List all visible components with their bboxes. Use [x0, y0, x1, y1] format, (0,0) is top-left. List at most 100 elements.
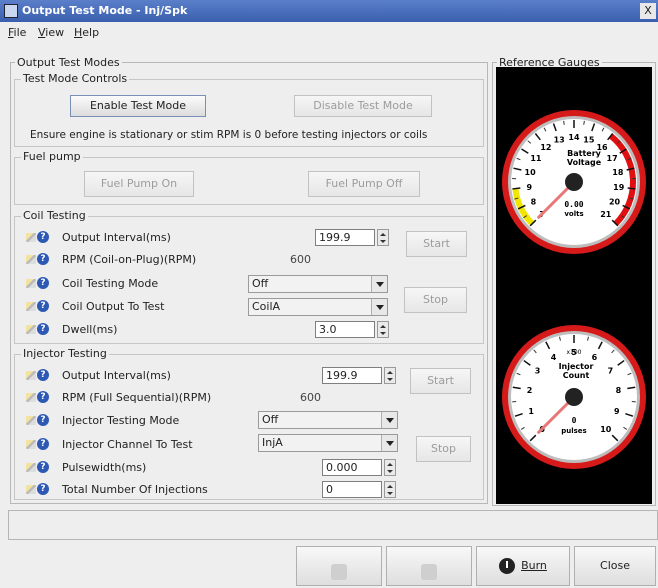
pulsewidth-spinner[interactable]	[384, 459, 396, 476]
help-icon[interactable]: ?	[37, 438, 49, 450]
injector-rpm-label: RPM (Full Sequential)(RPM)	[62, 391, 212, 404]
window-title: Output Test Mode - Inj/Spk	[22, 4, 188, 17]
battery-tick-label: 21	[600, 210, 612, 219]
inj-total-icons: ?	[26, 483, 50, 496]
total-injections-label: Total Number Of Injections	[62, 483, 208, 496]
pulsewidth-label: Pulsewidth(ms)	[62, 461, 147, 474]
battery-title-line2: Voltage	[567, 158, 602, 167]
total-injections-spinner[interactable]	[384, 481, 396, 498]
coil-dwell-spinner[interactable]	[377, 321, 389, 338]
battery-tick-label: 10	[525, 168, 537, 177]
help-icon[interactable]: ?	[37, 391, 49, 403]
menu-help[interactable]: Help	[74, 26, 99, 39]
help-icon[interactable]: ?	[37, 414, 49, 426]
battery-tick-label: 11	[530, 154, 542, 163]
edit-icon[interactable]	[26, 393, 36, 402]
injector-output-interval-input[interactable]: 199.9	[322, 367, 382, 384]
injector-tick-label: 6	[592, 353, 598, 362]
fuel-pump-off-button[interactable]: Fuel Pump Off	[308, 171, 420, 197]
edit-icon[interactable]	[26, 440, 36, 449]
injector-channel-value: InjA	[262, 436, 283, 449]
injector-tick-label: 2	[527, 386, 533, 395]
help-icon[interactable]: ?	[37, 323, 49, 335]
inj-interval-icons: ?	[26, 369, 50, 382]
edit-icon[interactable]	[26, 255, 36, 264]
battery-tick-label: 18	[612, 168, 624, 177]
battery-tick-label: 12	[540, 143, 551, 152]
battery-tick-label: 13	[554, 136, 565, 145]
injector-output-interval-spinner[interactable]	[384, 367, 396, 384]
total-injections-input[interactable]: 0	[322, 481, 382, 498]
edit-icon[interactable]	[26, 371, 36, 380]
coil-output-interval-input[interactable]: 199.9	[315, 229, 375, 246]
edit-icon[interactable]	[26, 302, 36, 311]
burn-button[interactable]: Burn	[476, 546, 570, 586]
battery-tick	[512, 187, 521, 190]
battery-tick-label: 8	[531, 198, 537, 207]
chevron-down-icon[interactable]	[371, 299, 387, 315]
coil-mode-icons: ?	[26, 277, 50, 290]
chevron-down-icon[interactable]	[381, 435, 397, 451]
menu-view[interactable]: View	[38, 26, 64, 39]
battery-units: volts	[564, 210, 583, 218]
injector-testing-mode-select[interactable]: Off	[258, 411, 398, 429]
battery-tick-label: 15	[583, 136, 595, 145]
window-close-button[interactable]: X	[640, 3, 656, 19]
injector-output-interval-label: Output Interval(ms)	[62, 369, 171, 382]
chevron-down-icon[interactable]	[381, 412, 397, 428]
chevron-down-icon[interactable]	[371, 276, 387, 292]
coil-stop-button[interactable]: Stop	[404, 287, 467, 313]
inj-channel-icons: ?	[26, 438, 50, 451]
injector-title-line1: Injector	[559, 362, 594, 371]
injector-count-gauge: 012345678910 x100 Injector Count 0 pulse…	[502, 325, 646, 469]
app-icon	[4, 4, 18, 18]
edit-icon[interactable]	[26, 416, 36, 425]
help-icon[interactable]: ?	[37, 461, 49, 473]
injector-scale-note: x100	[566, 349, 581, 356]
injector-channel-select[interactable]: InjA	[258, 434, 398, 452]
close-button[interactable]: Close	[574, 546, 656, 586]
battery-tick-label: 20	[609, 198, 621, 207]
help-icon[interactable]: ?	[37, 253, 49, 265]
undo-button[interactable]	[296, 546, 382, 586]
coil-start-button[interactable]: Start	[406, 231, 467, 257]
injector-tick-label: 10	[600, 425, 612, 434]
battery-hub	[565, 173, 583, 191]
injector-start-button[interactable]: Start	[410, 368, 471, 394]
close-label: Close	[600, 559, 630, 572]
coil-output-to-test-value: CoilA	[252, 300, 281, 313]
battery-value: 0.00	[564, 200, 583, 209]
disable-test-mode-button[interactable]: Disable Test Mode	[294, 95, 432, 117]
fuel-pump-legend: Fuel pump	[21, 150, 83, 163]
redo-button[interactable]	[386, 546, 472, 586]
coil-output-interval-spinner[interactable]	[377, 229, 389, 246]
help-icon[interactable]: ?	[37, 277, 49, 289]
inj-mode-icons: ?	[26, 414, 50, 427]
help-icon[interactable]: ?	[37, 483, 49, 495]
edit-icon[interactable]	[26, 485, 36, 494]
help-icon[interactable]: ?	[37, 231, 49, 243]
edit-icon[interactable]	[26, 233, 36, 242]
menu-file[interactable]: File	[8, 26, 26, 39]
edit-icon[interactable]	[26, 325, 36, 334]
injector-tick-label: 9	[614, 407, 620, 416]
help-icon[interactable]: ?	[37, 369, 49, 381]
edit-icon[interactable]	[26, 463, 36, 472]
coil-testing-mode-label: Coil Testing Mode	[62, 277, 159, 290]
coil-testing-mode-select[interactable]: Off	[248, 275, 388, 293]
enable-test-mode-button[interactable]: Enable Test Mode	[70, 95, 206, 117]
battery-voltage-gauge: 789101112131415161718192021 Battery Volt…	[502, 110, 646, 254]
engine-warning-text: Ensure engine is stationary or stim RPM …	[30, 129, 428, 141]
fuel-pump-on-button[interactable]: Fuel Pump On	[84, 171, 194, 197]
help-icon[interactable]: ?	[37, 300, 49, 312]
edit-icon[interactable]	[26, 279, 36, 288]
coil-dwell-input[interactable]: 3.0	[315, 321, 375, 338]
menu-bar: File View Help	[0, 22, 658, 42]
bottom-toolbar: Burn Close	[0, 546, 658, 588]
coil-output-to-test-select[interactable]: CoilA	[248, 298, 388, 316]
pulsewidth-input[interactable]: 0.000	[322, 459, 382, 476]
injector-stop-button[interactable]: Stop	[416, 436, 471, 462]
redo-icon	[421, 563, 437, 580]
battery-title-line1: Battery	[567, 149, 602, 158]
coil-output-icons: ?	[26, 300, 50, 313]
